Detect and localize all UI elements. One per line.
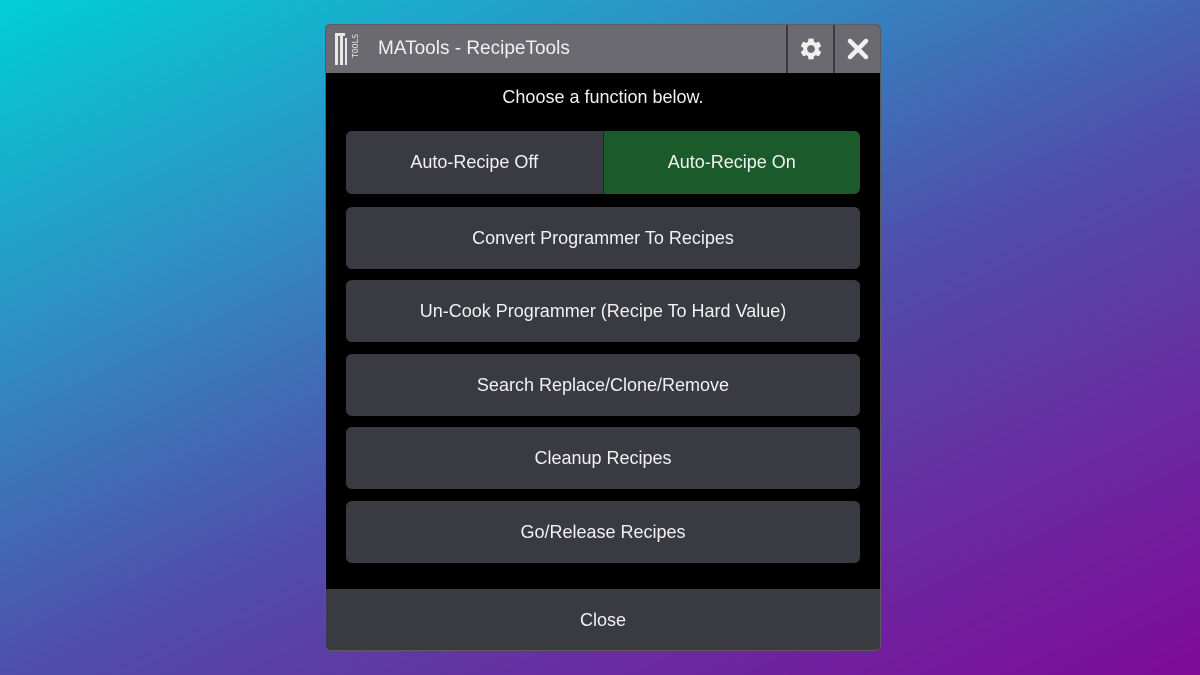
matools-logo-icon: TOOLS [334, 32, 368, 66]
gear-icon [800, 38, 821, 60]
auto-recipe-toggle: Auto-Recipe Off Auto-Recipe On [346, 131, 860, 194]
window-close-button[interactable] [833, 25, 880, 73]
close-icon [847, 38, 868, 60]
go-release-recipes-button[interactable]: Go/Release Recipes [346, 501, 860, 563]
uncook-programmer-button[interactable]: Un-Cook Programmer (Recipe To Hard Value… [346, 280, 860, 342]
auto-recipe-on-button[interactable]: Auto-Recipe On [603, 131, 860, 194]
svg-text:TOOLS: TOOLS [351, 34, 360, 58]
instruction-text: Choose a function below. [502, 87, 704, 107]
close-button[interactable]: Close [326, 589, 880, 650]
auto-recipe-off-button[interactable]: Auto-Recipe Off [346, 131, 604, 194]
recipe-tools-dialog: TOOLS MATools - RecipeTools Choose a fun… [325, 24, 881, 651]
cleanup-recipes-button[interactable]: Cleanup Recipes [346, 427, 860, 489]
window-title: MATools - RecipeTools [378, 38, 570, 59]
title-bar[interactable]: TOOLS MATools - RecipeTools [326, 25, 880, 73]
settings-button[interactable] [786, 25, 833, 73]
search-replace-button[interactable]: Search Replace/Clone/Remove [346, 354, 860, 416]
convert-programmer-button[interactable]: Convert Programmer To Recipes [346, 207, 860, 269]
